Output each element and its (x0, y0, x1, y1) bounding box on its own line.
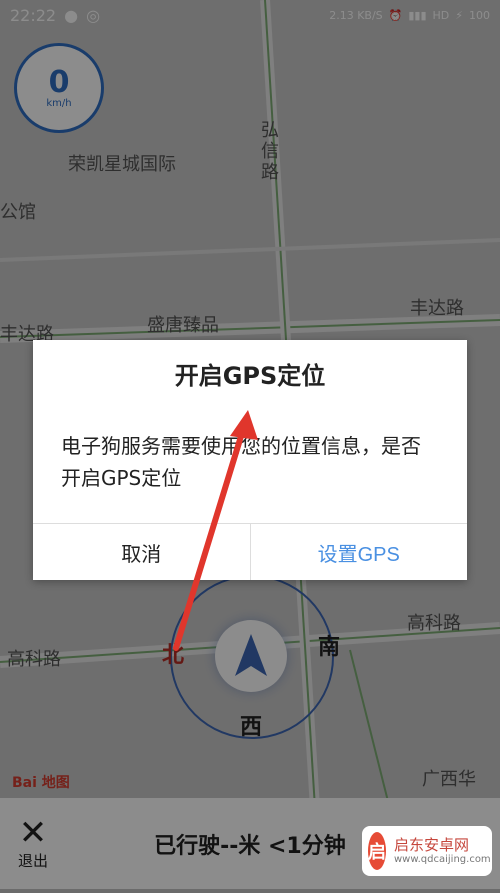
watermark-logo-icon: 启 (368, 832, 386, 870)
watermark-url: www.qdcaijing.com (394, 854, 491, 865)
watermark: 启 启东安卓网 www.qdcaijing.com (362, 826, 492, 876)
dialog-actions: 取消 设置GPS (33, 523, 467, 580)
dialog-message: 电子狗服务需要使用您的位置信息，是否开启GPS定位 (61, 434, 421, 490)
watermark-brand: 启东安卓网 (394, 836, 470, 854)
gps-dialog: 开启GPS定位 电子狗服务需要使用您的位置信息，是否开启GPS定位 取消 设置G… (33, 340, 467, 580)
set-gps-button[interactable]: 设置GPS (251, 524, 468, 580)
cancel-button[interactable]: 取消 (33, 524, 251, 580)
dialog-title: 开启GPS定位 (174, 361, 326, 390)
